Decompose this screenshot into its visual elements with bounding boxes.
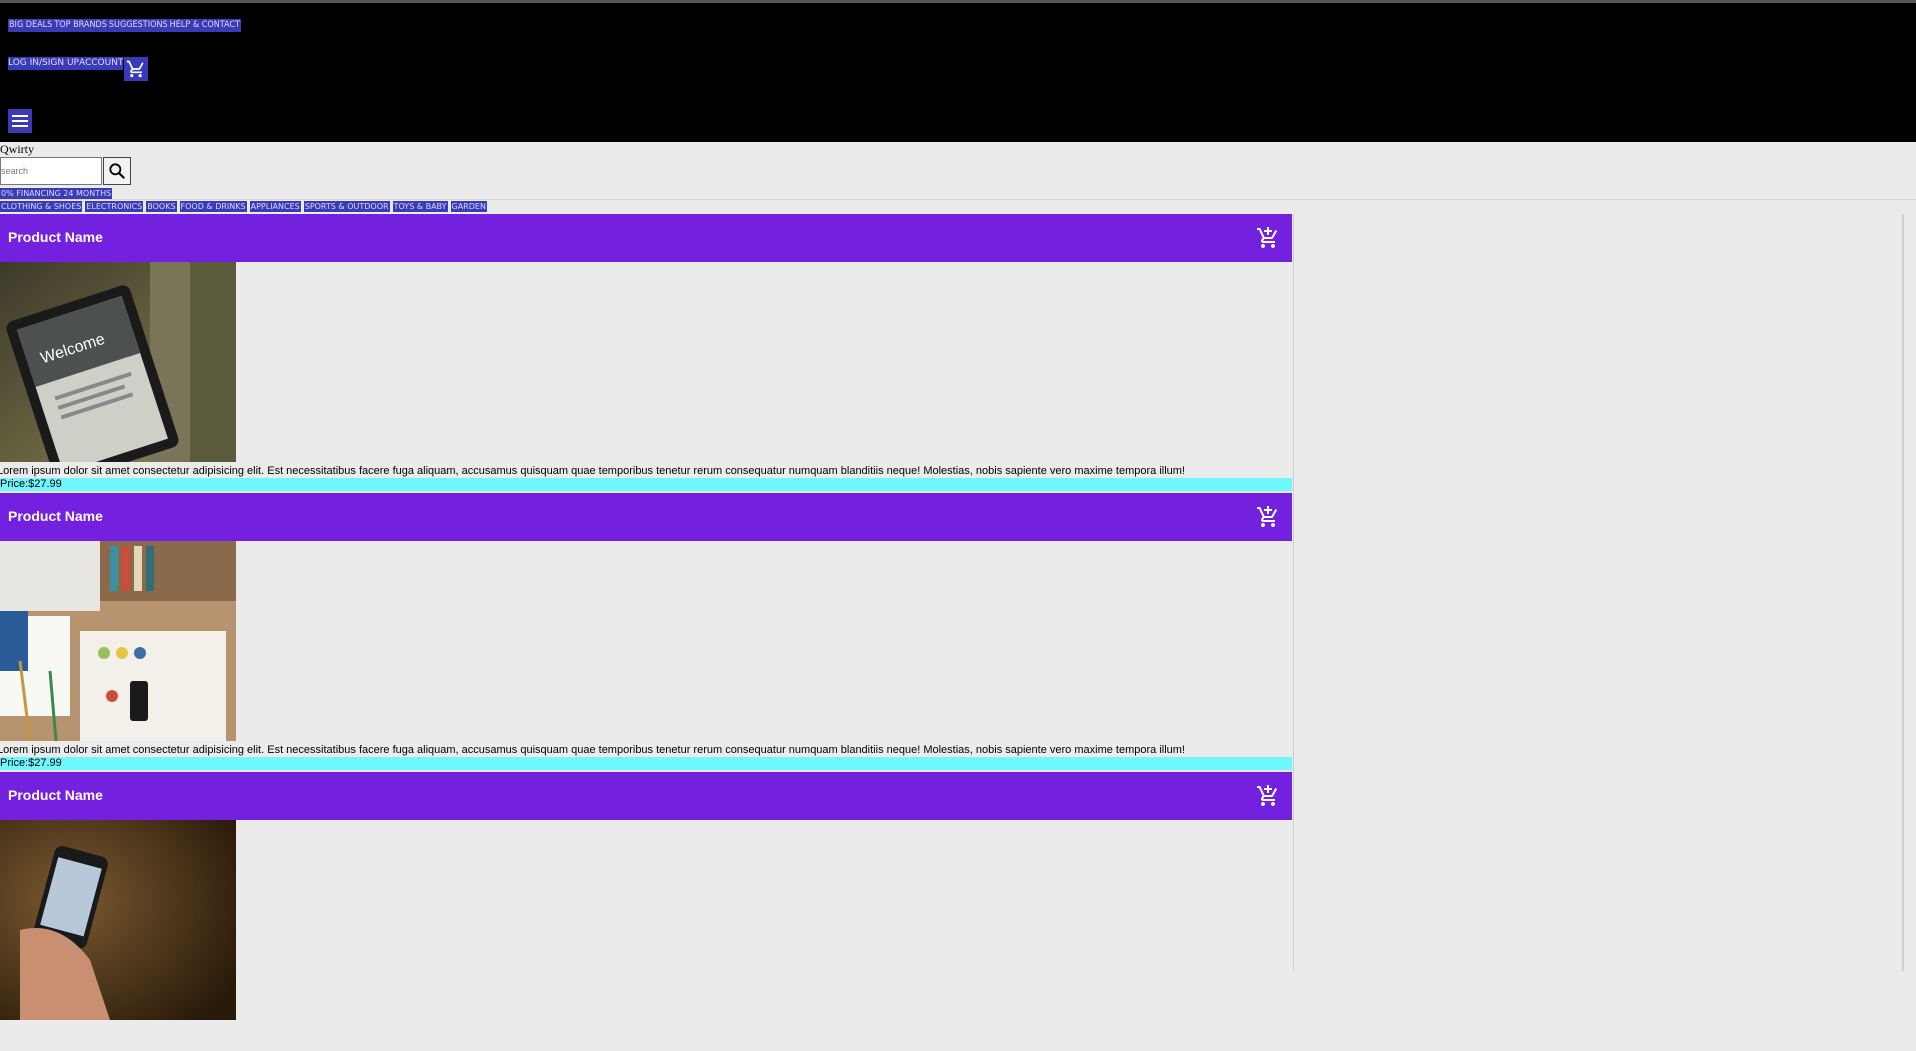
- top-links: BIG DEALS TOP BRANDS SUGGESTIONS HELP & …: [8, 19, 242, 32]
- product-name[interactable]: Product Name: [8, 787, 103, 803]
- product-card: Product Name Lorem ipsum dolor sit amet: [0, 493, 1292, 772]
- promo-banner[interactable]: 0% FINANCING 24 MONTHS: [0, 188, 113, 199]
- nav-link-help-contact[interactable]: HELP & CONTACT: [168, 19, 242, 32]
- search-button[interactable]: [103, 157, 131, 185]
- nav-link-big-deals[interactable]: BIG DEALS: [8, 19, 54, 32]
- category-books[interactable]: BOOKS: [146, 201, 177, 212]
- account-link[interactable]: ACCOUNT: [78, 57, 124, 70]
- category-electronics[interactable]: ELECTRONICS: [85, 201, 144, 212]
- category-nav: CLOTHING & SHOES ELECTRONICS BOOKS FOOD …: [0, 201, 487, 212]
- divider: [0, 199, 1916, 200]
- product-card: Product Name Welcome Lorem ipsum dolor s…: [0, 214, 1292, 493]
- account-row: LOG IN/SIGN UP ACCOUNT: [8, 57, 149, 81]
- menu-button[interactable]: [8, 109, 32, 133]
- product-card: Product Name: [0, 772, 1292, 1051]
- cart-icon: [127, 60, 145, 78]
- search-bar: [0, 157, 131, 185]
- top-header: BIG DEALS TOP BRANDS SUGGESTIONS HELP & …: [0, 0, 1916, 142]
- nav-link-suggestions[interactable]: SUGGESTIONS: [107, 19, 169, 32]
- product-image-tablet: Welcome: [0, 262, 236, 462]
- product-description: Lorem ipsum dolor sit amet consectetur a…: [0, 465, 1185, 477]
- nav-link-top-brands[interactable]: TOP BRANDS: [53, 19, 108, 32]
- product-name[interactable]: Product Name: [8, 229, 103, 245]
- category-toys-baby[interactable]: TOYS & BABY: [392, 201, 448, 212]
- cart-button[interactable]: [124, 57, 149, 81]
- category-appliances[interactable]: APPLIANCES: [249, 201, 301, 212]
- product-price: Price:$27.99: [0, 478, 1292, 491]
- add-to-cart-icon[interactable]: [1256, 784, 1280, 808]
- product-price: Price:$27.99: [0, 757, 1292, 770]
- product-header: Product Name: [0, 772, 1292, 820]
- search-icon: [109, 163, 125, 179]
- sidebar-panel: [1293, 214, 1904, 971]
- category-garden[interactable]: GARDEN: [450, 201, 487, 212]
- menu-icon: [12, 115, 28, 117]
- add-to-cart-icon[interactable]: [1256, 226, 1280, 250]
- product-name[interactable]: Product Name: [8, 508, 103, 524]
- category-food-drinks[interactable]: FOOD & DRINKS: [179, 201, 247, 212]
- product-header: Product Name: [0, 493, 1292, 541]
- login-signup-link[interactable]: LOG IN/SIGN UP: [8, 57, 79, 70]
- product-header: Product Name: [0, 214, 1292, 262]
- product-list: Product Name Welcome Lorem ipsum dolor s…: [0, 214, 1292, 1051]
- site-brand[interactable]: Qwirty: [0, 142, 34, 157]
- search-input[interactable]: [0, 157, 102, 185]
- category-sports-outdoor[interactable]: SPORTS & OUTDOOR: [303, 201, 390, 212]
- product-description: Lorem ipsum dolor sit amet consectetur a…: [0, 744, 1185, 756]
- category-clothing-shoes[interactable]: CLOTHING & SHOES: [0, 201, 83, 212]
- product-image-desk: [0, 541, 236, 741]
- product-image-phone: [0, 820, 236, 1020]
- add-to-cart-icon[interactable]: [1256, 505, 1280, 529]
